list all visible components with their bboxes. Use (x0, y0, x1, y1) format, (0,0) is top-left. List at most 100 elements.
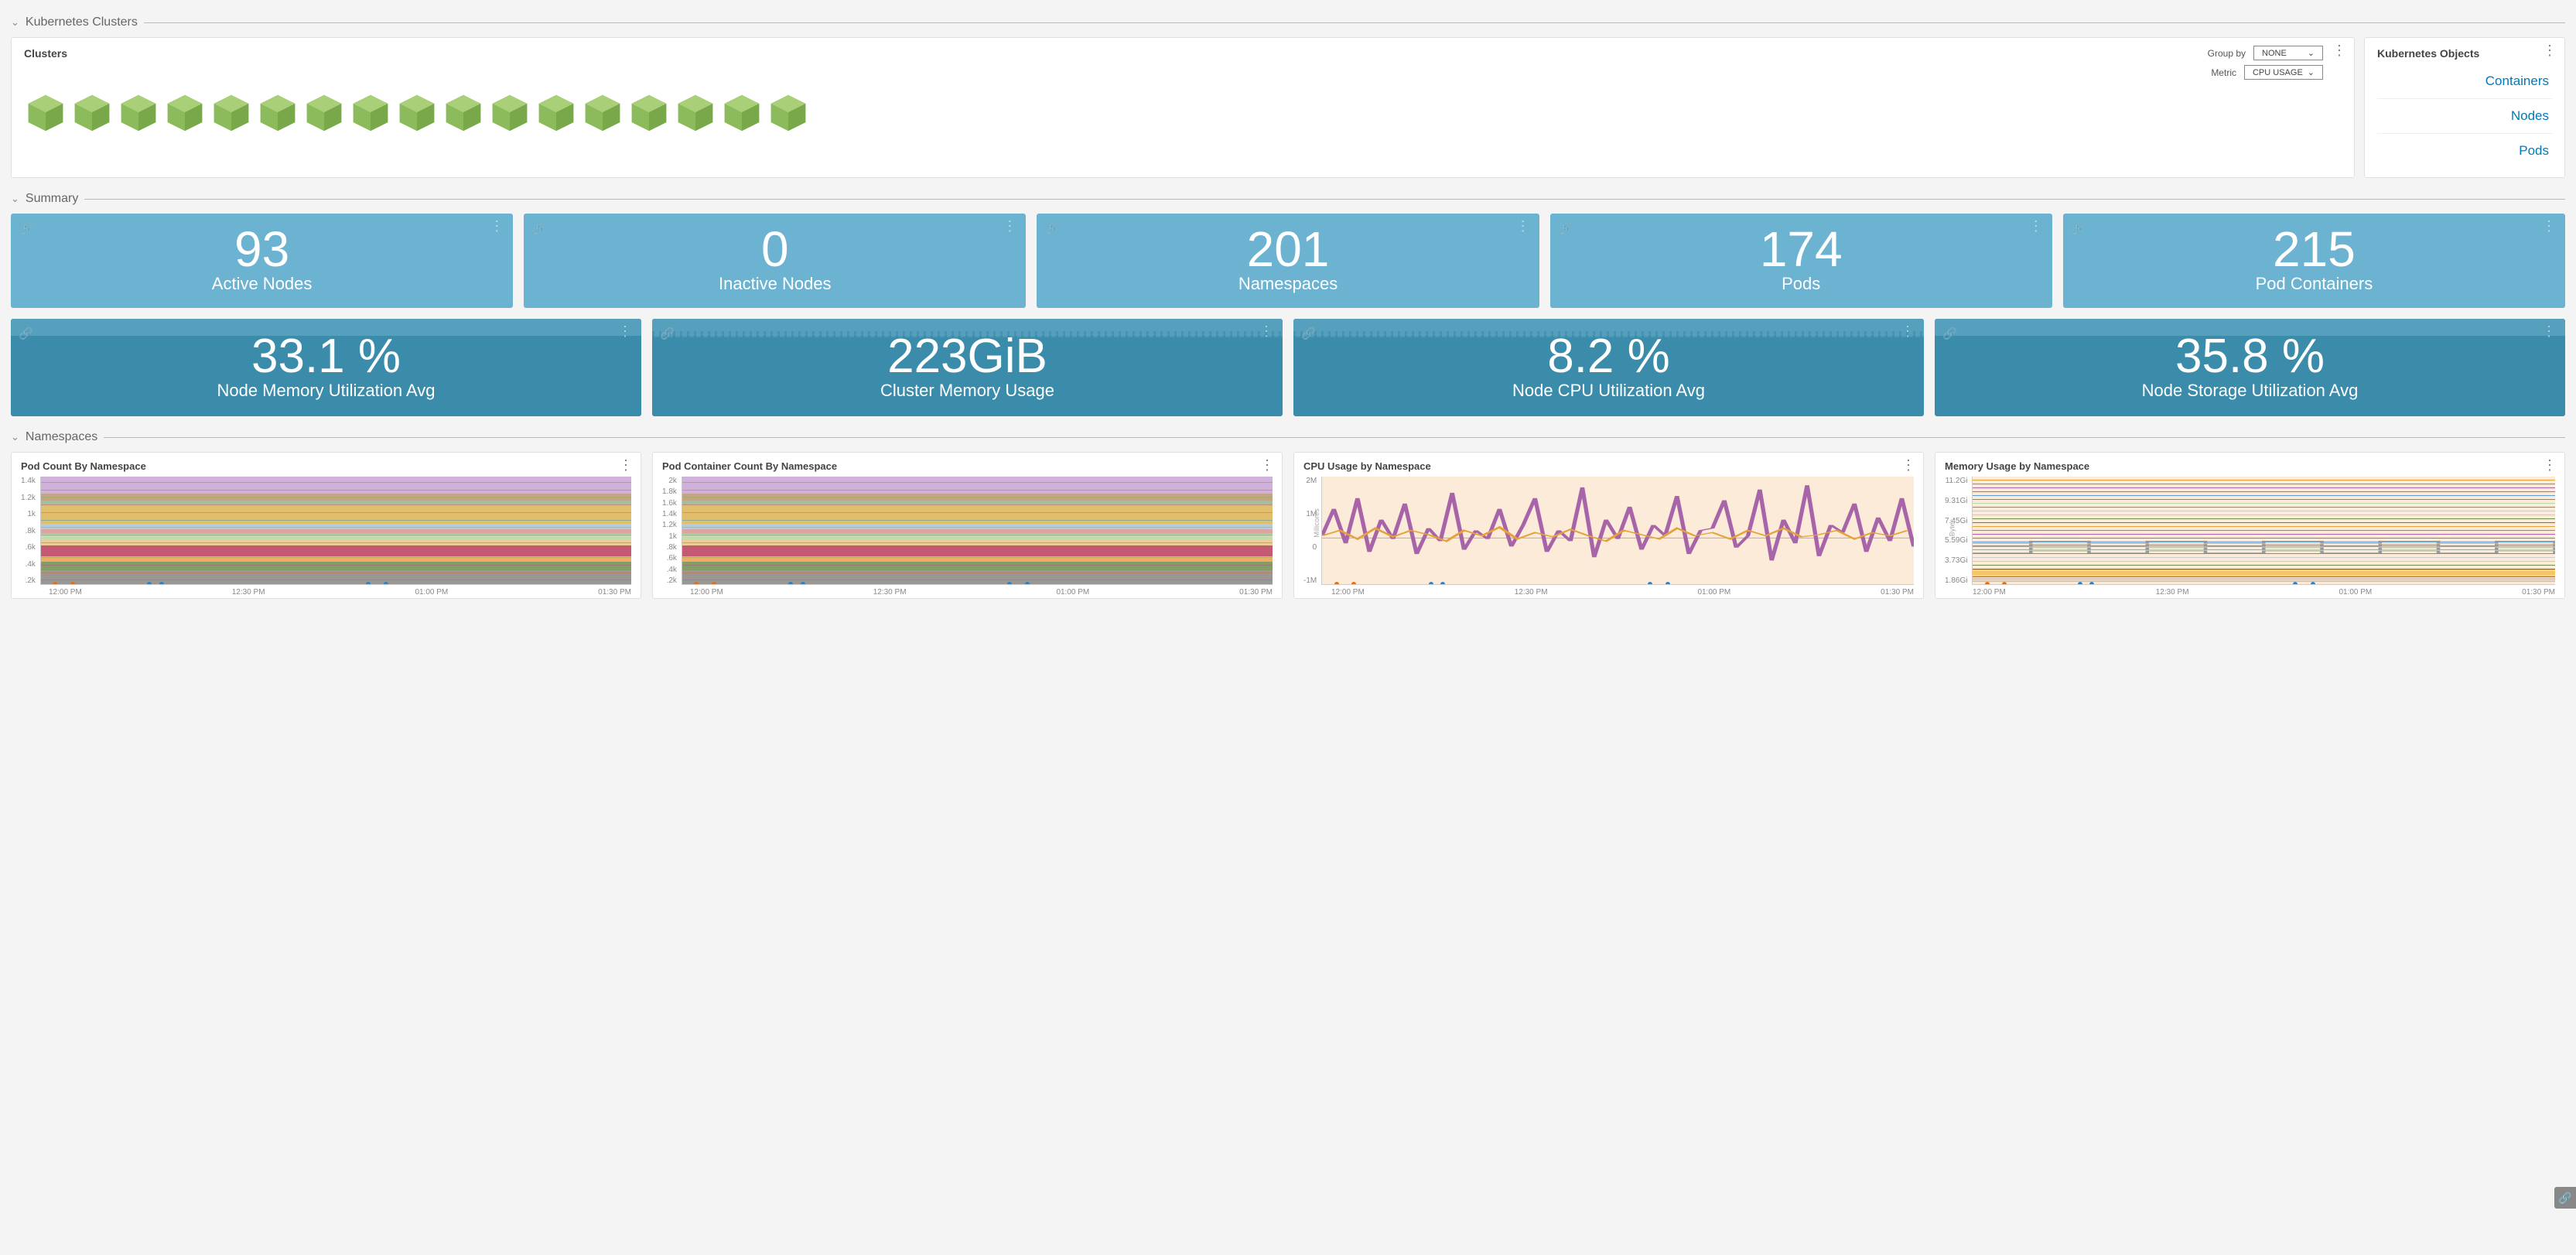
group-by-select[interactable]: NONE⌄ (2253, 46, 2323, 60)
chart-pod-container-count: Pod Container Count By Namespace ⋮ 2k1.8… (652, 452, 1283, 599)
link-icon[interactable]: 🔗 (660, 327, 675, 340)
link-icon[interactable]: 🔗 (2071, 221, 2086, 235)
stat-value: 174 (1550, 224, 2052, 274)
stat-label: Node Memory Utilization Avg (11, 381, 641, 401)
clusters-panel: Clusters Group by NONE⌄ Metric CPU USAGE… (11, 37, 2355, 178)
cluster-cube[interactable] (24, 91, 67, 134)
cluster-cube[interactable] (442, 91, 485, 134)
stat-card: 🔗 ⋮ 93 Active Nodes (11, 214, 513, 308)
link-icon[interactable]: 🔗 (1301, 327, 1316, 340)
chart-plot-area[interactable] (1972, 477, 2555, 585)
cluster-cube[interactable] (70, 91, 114, 134)
card-menu[interactable]: ⋮ (1259, 327, 1273, 336)
chart-memory-usage: Memory Usage by Namespace ⋮ 11.2Gi9.31Gi… (1935, 452, 2565, 599)
cluster-cube[interactable] (395, 91, 439, 134)
card-menu[interactable]: ⋮ (490, 221, 504, 231)
cluster-cube[interactable] (720, 91, 764, 134)
chart-pod-count: Pod Count By Namespace ⋮ 1.4k1.2k1k.8k.6… (11, 452, 641, 599)
link-icon[interactable]: 🔗 (1044, 221, 1059, 235)
card-menu[interactable]: ⋮ (1003, 221, 1016, 231)
stat-label: Active Nodes (11, 274, 513, 294)
chart-cpu-usage: CPU Usage by Namespace ⋮ 2M1M0-1M Millic… (1293, 452, 1924, 599)
card-menu[interactable]: ⋮ (2029, 221, 2043, 231)
cluster-cube[interactable] (488, 91, 531, 134)
section-title: Summary (26, 192, 78, 206)
section-title: Kubernetes Clusters (26, 15, 138, 29)
stat-label: Cluster Memory Usage (652, 381, 1283, 401)
card-menu[interactable]: ⋮ (618, 327, 632, 336)
link-icon[interactable]: 🔗 (1558, 221, 1573, 235)
collapse-toggle-clusters[interactable]: ⌄ (11, 16, 19, 29)
stat-card: 🔗 ⋮ 174 Pods (1550, 214, 2052, 308)
kubernetes-objects-panel: Kubernetes Objects ⋮ ContainersNodesPods (2364, 37, 2565, 178)
chart-plot-area[interactable] (40, 477, 631, 585)
card-menu[interactable]: ⋮ (2542, 327, 2556, 336)
cluster-cube[interactable] (535, 91, 578, 134)
stat-card: 🔗 ⋮ 215 Pod Containers (2063, 214, 2565, 308)
cluster-cube[interactable] (627, 91, 671, 134)
stat-card: 🔗 ⋮ 223GiB Cluster Memory Usage (652, 319, 1283, 416)
cluster-cube[interactable] (767, 91, 810, 134)
collapse-toggle-summary[interactable]: ⌄ (11, 193, 19, 205)
stat-value: 0 (524, 224, 1026, 274)
section-header-namespaces: ⌄ Namespaces (11, 430, 2565, 444)
stat-card: 🔗 ⋮ 8.2 % Node CPU Utilization Avg (1293, 319, 1924, 416)
chevron-down-icon: ⌄ (2308, 48, 2315, 58)
stat-value: 93 (11, 224, 513, 274)
chart-menu[interactable]: ⋮ (2543, 460, 2557, 470)
chart-title: Pod Count By Namespace (21, 460, 631, 472)
link-icon[interactable]: 🔗 (531, 221, 546, 235)
stat-card: 🔗 ⋮ 33.1 % Node Memory Utilization Avg (11, 319, 641, 416)
chart-menu[interactable]: ⋮ (1260, 460, 1274, 470)
stat-value: 223GiB (652, 333, 1283, 381)
link-icon[interactable]: 🔗 (19, 221, 33, 235)
chart-menu[interactable]: ⋮ (1901, 460, 1915, 470)
collapse-toggle-namespaces[interactable]: ⌄ (11, 431, 19, 443)
object-link-nodes[interactable]: Nodes (2377, 98, 2552, 133)
clusters-panel-title: Clusters (24, 47, 2342, 60)
object-link-containers[interactable]: Containers (2377, 67, 2552, 98)
chart-title: Pod Container Count By Namespace (662, 460, 1273, 472)
chart-title: CPU Usage by Namespace (1303, 460, 1914, 472)
group-by-label: Group by (2208, 48, 2246, 59)
cluster-cube[interactable] (210, 91, 253, 134)
stat-value: 33.1 % (11, 333, 641, 381)
link-icon[interactable]: 🔗 (19, 327, 33, 340)
card-menu[interactable]: ⋮ (2542, 221, 2556, 231)
link-sidebar-button[interactable]: 🔗 (2554, 1187, 2576, 1209)
cluster-cube[interactable] (163, 91, 207, 134)
stat-label: Pods (1550, 274, 2052, 294)
card-menu[interactable]: ⋮ (1901, 327, 1915, 336)
object-link-pods[interactable]: Pods (2377, 133, 2552, 168)
chevron-down-icon: ⌄ (2308, 67, 2315, 77)
cluster-cube[interactable] (302, 91, 346, 134)
chart-menu[interactable]: ⋮ (619, 460, 633, 470)
cluster-cube[interactable] (117, 91, 160, 134)
card-menu[interactable]: ⋮ (1516, 221, 1530, 231)
cluster-cube[interactable] (674, 91, 717, 134)
cluster-cube[interactable] (349, 91, 392, 134)
chart-plot-area[interactable] (682, 477, 1273, 585)
metric-select[interactable]: CPU USAGE⌄ (2244, 65, 2323, 80)
section-title: Namespaces (26, 430, 97, 444)
stat-label: Pod Containers (2063, 274, 2565, 294)
cluster-cube[interactable] (581, 91, 624, 134)
stat-value: 201 (1037, 224, 1539, 274)
link-icon: 🔗 (2558, 1192, 2571, 1205)
stat-label: Node Storage Utilization Avg (1935, 381, 2565, 401)
metric-label: Metric (2211, 67, 2236, 78)
clusters-panel-menu[interactable]: ⋮ (2332, 46, 2346, 55)
stat-card: 🔗 ⋮ 201 Namespaces (1037, 214, 1539, 308)
cluster-cube[interactable] (256, 91, 299, 134)
stat-card: 🔗 ⋮ 35.8 % Node Storage Utilization Avg (1935, 319, 2565, 416)
stat-label: Inactive Nodes (524, 274, 1026, 294)
section-header-clusters: ⌄ Kubernetes Clusters (11, 15, 2565, 29)
stat-card: 🔗 ⋮ 0 Inactive Nodes (524, 214, 1026, 308)
stat-value: 215 (2063, 224, 2565, 274)
section-header-summary: ⌄ Summary (11, 192, 2565, 206)
link-icon[interactable]: 🔗 (1942, 327, 1957, 340)
stat-label: Namespaces (1037, 274, 1539, 294)
chart-title: Memory Usage by Namespace (1945, 460, 2555, 472)
objects-panel-menu[interactable]: ⋮ (2543, 46, 2557, 55)
chart-plot-area[interactable] (1321, 477, 1914, 585)
